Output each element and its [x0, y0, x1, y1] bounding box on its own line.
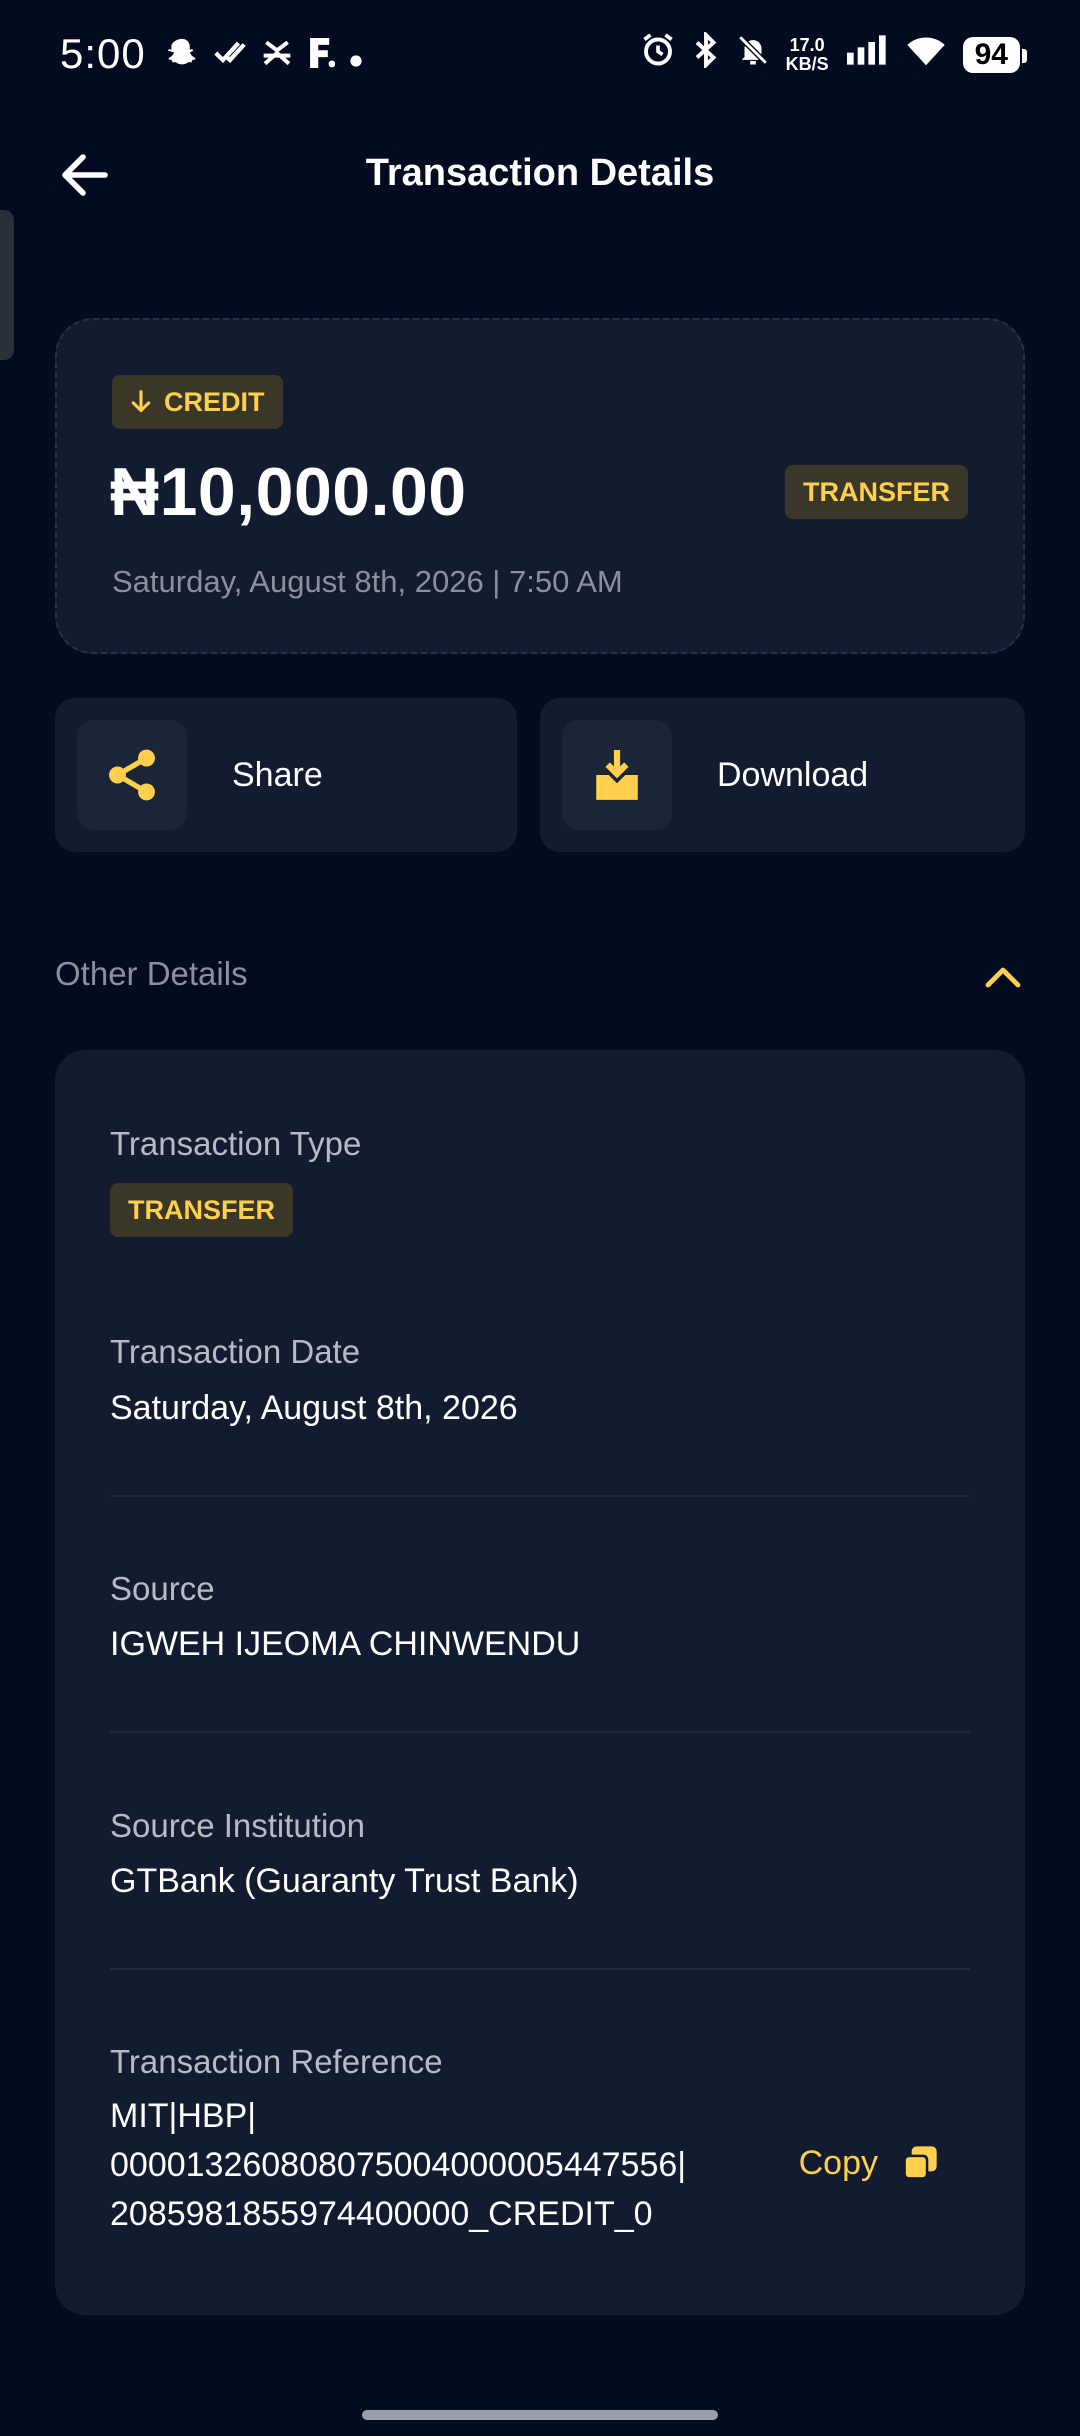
reference-line: 000013260808075004000005447556|: [110, 2146, 687, 2184]
download-icon: [596, 750, 638, 800]
arrow-down-icon: [131, 390, 151, 413]
bluetooth-icon: [692, 30, 720, 77]
app-notification-icon: [261, 37, 293, 76]
collapse-toggle[interactable]: [981, 955, 1025, 999]
source-value: IGWEH IJEOMA CHINWENDU: [110, 1625, 581, 1663]
battery-indicator: 94: [962, 36, 1028, 73]
transfer-badge: TRANSFER: [785, 465, 968, 519]
transaction-datetime: Saturday, August 8th, 2026 | 7:50 AM: [112, 564, 623, 599]
copy-label: Copy: [798, 2143, 878, 2182]
wifi-icon: [905, 33, 947, 76]
transaction-date-value: Saturday, August 8th, 2026: [110, 1389, 518, 1427]
dot-icon: [349, 39, 363, 75]
network-speed: 17.0 KB/S: [785, 34, 829, 74]
source-institution-value: GTBank (Guaranty Trust Bank): [110, 1862, 579, 1900]
download-icon-box: [562, 720, 672, 830]
network-speed-value: 17.0: [789, 34, 825, 55]
other-details-card: Transaction Type TRANSFER Transaction Da…: [55, 1050, 1025, 2315]
credit-badge: CREDIT: [112, 375, 283, 429]
download-label: Download: [717, 755, 869, 794]
divider: [110, 1731, 970, 1733]
alarm-icon: [640, 32, 676, 77]
source-label: Source: [110, 1570, 215, 1607]
transaction-type-badge: TRANSFER: [110, 1183, 293, 1237]
credit-badge-label: CREDIT: [164, 386, 265, 417]
check-messages-icon: [213, 38, 247, 75]
download-button[interactable]: Download: [540, 698, 1025, 852]
reference-line: 2085981855974400000_CREDIT_0: [110, 2195, 653, 2233]
transaction-reference-value: MIT|HBP| 000013260808075004000005447556|…: [110, 2092, 750, 2239]
copy-icon: [903, 2146, 937, 2180]
copy-reference-button[interactable]: Copy: [799, 2143, 940, 2183]
home-indicator[interactable]: [362, 2410, 718, 2420]
system-icons: 17.0 KB/S 94: [640, 30, 1028, 77]
network-speed-unit: KB/S: [785, 53, 829, 74]
page-title: Transaction Details: [365, 152, 715, 194]
share-icon: [109, 749, 155, 801]
share-label: Share: [232, 755, 323, 794]
snapchat-icon: [165, 36, 199, 77]
edge-panel-handle[interactable]: [0, 210, 14, 360]
app-f-icon: [307, 38, 336, 75]
divider: [110, 1968, 970, 1970]
divider: [110, 1495, 970, 1497]
transaction-summary-card: CREDIT ₦10,000.00 TRANSFER Saturday, Aug…: [55, 318, 1025, 654]
source-institution-label: Source Institution: [110, 1807, 365, 1844]
cellular-signal-icon: [845, 34, 889, 75]
other-details-label: Other Details: [55, 955, 248, 992]
transaction-amount: ₦10,000.00: [110, 454, 467, 530]
chevron-up-icon: [985, 967, 1021, 988]
status-bar: 5:00 17.0 KB/S 94: [0, 0, 1080, 110]
notifications-off-icon: [736, 32, 770, 77]
transaction-type-label: Transaction Type: [110, 1125, 362, 1162]
share-icon-box: [77, 720, 187, 830]
transaction-date-label: Transaction Date: [110, 1333, 361, 1370]
notification-icons: [165, 36, 363, 77]
share-button[interactable]: Share: [55, 698, 517, 852]
transaction-reference-label: Transaction Reference: [110, 2043, 443, 2080]
status-time: 5:00: [60, 30, 146, 77]
reference-line: MIT|HBP|: [110, 2097, 257, 2135]
